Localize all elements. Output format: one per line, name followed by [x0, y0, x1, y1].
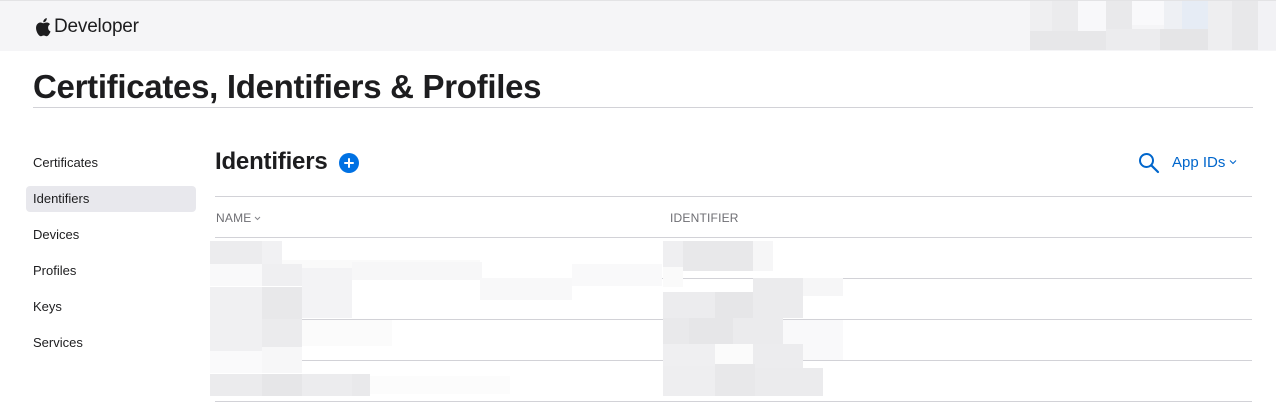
column-header-identifier: IDENTIFIER — [670, 211, 739, 225]
column-header-name-label: NAME — [216, 211, 252, 225]
sidebar-item-profiles[interactable]: Profiles — [26, 258, 196, 284]
developer-home-link[interactable]: Developer — [34, 15, 139, 39]
apple-logo-icon — [36, 18, 51, 37]
row-divider — [215, 401, 1252, 402]
search-button[interactable] — [1138, 152, 1160, 174]
brand-label: Developer — [54, 16, 139, 37]
sidebar-item-identifiers[interactable]: Identifiers — [26, 186, 196, 212]
type-filter-dropdown[interactable]: App IDs — [1172, 153, 1237, 171]
sidebar-item-devices[interactable]: Devices — [26, 222, 196, 248]
sidebar-item-keys[interactable]: Keys — [26, 294, 196, 320]
chevron-down-icon — [1229, 160, 1237, 165]
redacted-account-area — [1030, 1, 1276, 50]
sidebar-item-services[interactable]: Services — [26, 330, 196, 356]
sidebar-item-certificates[interactable]: Certificates — [26, 150, 196, 176]
table-header-divider — [215, 237, 1252, 238]
page-title: Certificates, Identifiers & Profiles — [33, 68, 542, 105]
table-top-divider — [215, 196, 1252, 197]
add-identifier-button[interactable] — [339, 153, 359, 173]
sort-chevron-icon — [255, 216, 261, 220]
title-divider — [33, 107, 1253, 108]
sidebar-nav: Certificates Identifiers Devices Profile… — [26, 150, 196, 366]
column-header-name[interactable]: NAME — [216, 211, 261, 225]
filter-label: App IDs — [1172, 153, 1226, 171]
global-nav-bar: Developer — [0, 0, 1276, 51]
column-header-identifier-label: IDENTIFIER — [670, 211, 739, 225]
section-title: Identifiers — [215, 148, 328, 175]
search-icon — [1139, 153, 1160, 174]
